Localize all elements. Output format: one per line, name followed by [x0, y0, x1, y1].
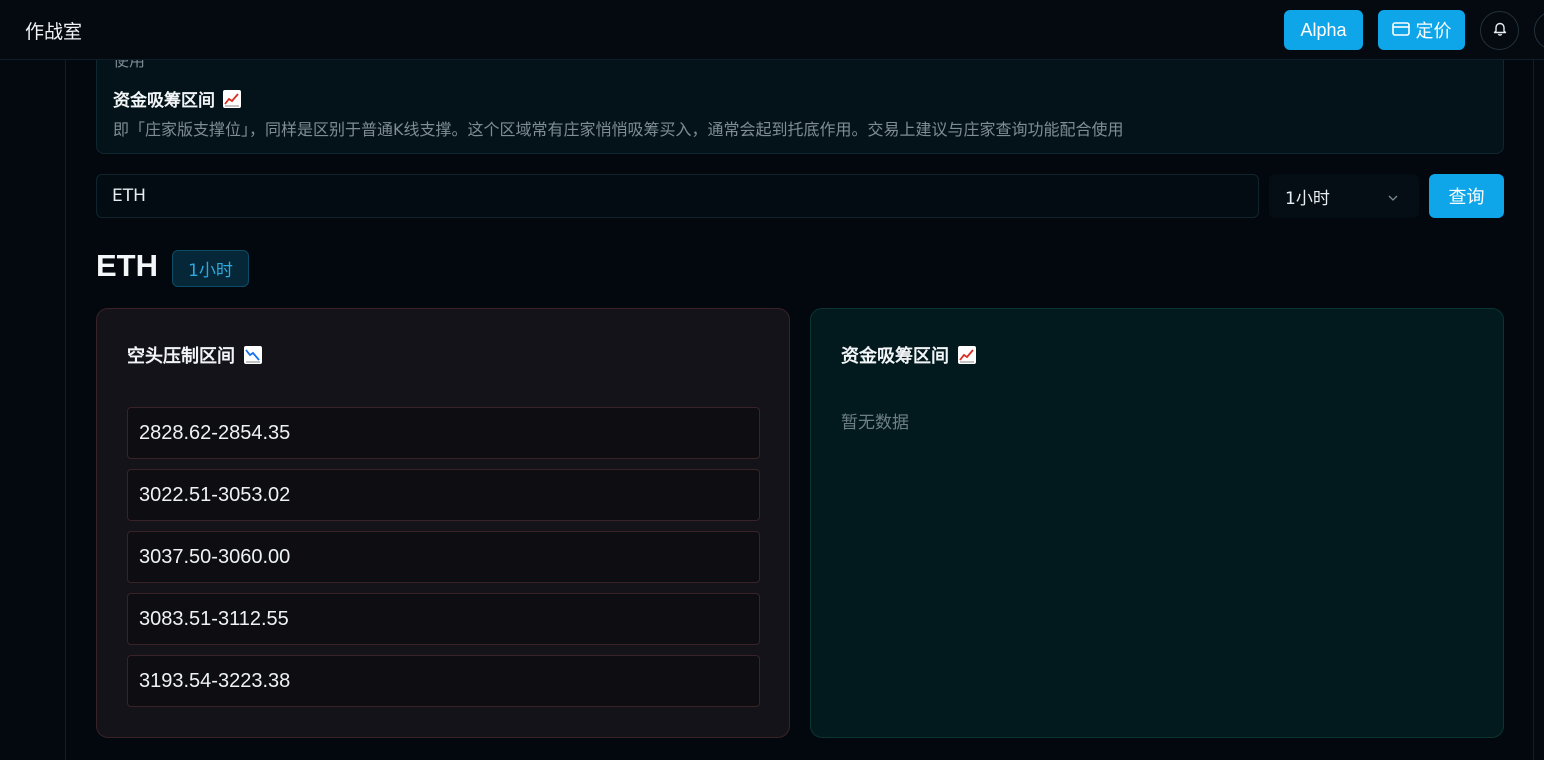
bear-zone-item: 3083.51-3112.55 — [127, 593, 760, 645]
app-title: 作战室 — [25, 21, 83, 43]
chart-decreasing-icon — [244, 346, 262, 364]
info-description: 即「庄家版支撑位」，同样是区别于普通K线支撑。这个区域常有庄家悄悄吸筹买入，通常… — [113, 120, 1124, 139]
info-heading: 资金吸筹区间 — [113, 86, 241, 111]
empty-state-text: 暂无数据 — [841, 413, 909, 433]
left-sidebar — [0, 60, 66, 760]
bear-zone-item: 3022.51-3053.02 — [127, 469, 760, 521]
pricing-button[interactable]: 定价 — [1378, 10, 1465, 50]
card-icon — [1391, 20, 1410, 41]
bear-zone-list: 2828.62-2854.35 3022.51-3053.02 3037.50-… — [127, 407, 760, 717]
notification-button[interactable] — [1480, 11, 1519, 50]
right-scroll-area — [1533, 60, 1544, 760]
bear-pressure-panel: 空头压制区间 2828.62-2854.35 3022.51-3053.02 3… — [96, 308, 790, 738]
bell-icon — [1493, 21, 1507, 40]
alpha-button[interactable]: Alpha — [1284, 10, 1363, 50]
bull-panel-title: 资金吸筹区间 — [841, 342, 976, 368]
symbol-input[interactable] — [96, 174, 1259, 218]
capital-accumulation-panel: 资金吸筹区间 暂无数据 — [810, 308, 1504, 738]
timeframe-selected: 1小时 — [1285, 188, 1330, 209]
bear-zone-item: 2828.62-2854.35 — [127, 407, 760, 459]
bull-panel-label: 资金吸筹区间 — [841, 346, 949, 367]
top-bar: 作战室 Alpha 定价 — [0, 0, 1544, 60]
avatar-button[interactable] — [1534, 11, 1544, 50]
bear-zone-item: 3037.50-3060.00 — [127, 531, 760, 583]
info-heading-label: 资金吸筹区间 — [113, 91, 215, 111]
chart-increasing-icon — [223, 89, 241, 108]
bear-panel-title: 空头压制区间 — [127, 342, 262, 368]
result-symbol: ETH — [96, 248, 158, 283]
bear-panel-label: 空头压制区间 — [127, 346, 235, 367]
chart-increasing-icon — [958, 346, 976, 364]
bear-zone-item: 3193.54-3223.38 — [127, 655, 760, 707]
query-button[interactable]: 查询 — [1429, 174, 1504, 218]
chevron-down-icon — [1387, 189, 1399, 209]
timeframe-select[interactable]: 1小时 — [1269, 174, 1419, 218]
pricing-label: 定价 — [1415, 21, 1452, 42]
timeframe-badge: 1小时 — [172, 250, 249, 287]
